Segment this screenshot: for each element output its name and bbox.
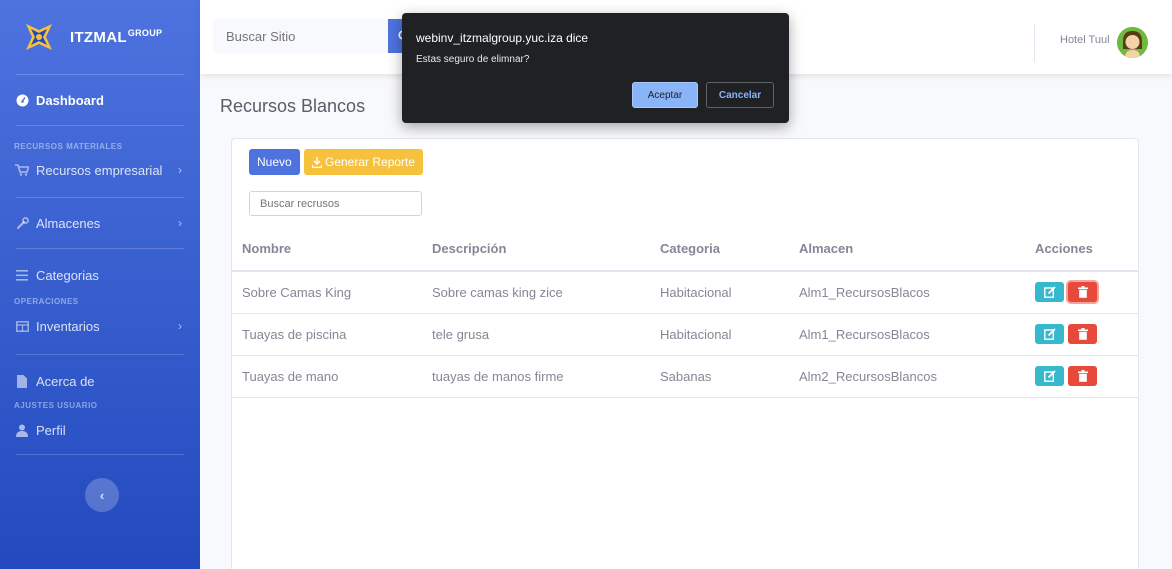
sidebar-item-label: Inventarios [36, 318, 100, 334]
user-icon [14, 423, 30, 437]
cell-almacen: Alm1_RecursosBlacos [789, 313, 1025, 356]
generate-report-button[interactable]: Generar Reporte [304, 149, 424, 175]
cell-categoria: Sabanas [650, 355, 789, 398]
search-input[interactable] [213, 19, 388, 53]
user-name[interactable]: Hotel Tuul [1060, 34, 1110, 46]
resources-card: Nuevo Generar Reporte Nombre Descripción… [231, 138, 1139, 569]
cancel-button[interactable]: Cancelar [706, 82, 774, 108]
sidebar-item-label: Dashboard [36, 92, 104, 108]
section-heading-materiales: RECURSOS MATERIALES [14, 142, 123, 151]
brand[interactable]: ITZMALGROUP [0, 0, 200, 74]
chevron-right-icon: › [178, 163, 182, 177]
filter-input[interactable] [249, 191, 422, 216]
sidebar-item-label: Recursos empresarial [36, 162, 163, 178]
chevron-left-icon: ‹ [99, 487, 105, 503]
dialog-message: Estas seguro de elimnar? [416, 54, 530, 65]
sidebar-toggle-button[interactable]: ‹ [85, 478, 119, 512]
sidebar-item-perfil[interactable]: Perfil [0, 410, 200, 450]
cell-categoria: Habitacional [650, 271, 789, 314]
download-icon [312, 156, 322, 168]
brand-logo-icon [22, 20, 56, 54]
sidebar-divider [16, 125, 184, 126]
cart-icon [14, 163, 30, 177]
confirm-dialog: webinv_itzmalgroup.yuc.iza dice Estas se… [402, 13, 789, 123]
column-header[interactable]: Nombre [232, 227, 422, 272]
cell-descripcion: tuayas de manos firme [422, 355, 650, 398]
table-icon [14, 319, 30, 333]
sidebar-item-dashboard[interactable]: Dashboard [0, 75, 200, 125]
section-heading-operaciones: OPERACIONES [14, 297, 79, 306]
sidebar-item-acerca[interactable]: Acerca de [0, 361, 200, 401]
accept-button[interactable]: Aceptar [632, 82, 698, 108]
cell-nombre: Tuayas de mano [232, 355, 422, 398]
dashboard-icon [14, 93, 30, 107]
cell-acciones [1025, 355, 1138, 398]
delete-button[interactable] [1068, 324, 1097, 344]
sidebar-item-label: Categorias [36, 267, 99, 283]
chevron-right-icon: › [178, 319, 182, 333]
table-header-row: Nombre Descripción Categoria Almacen Acc… [232, 227, 1138, 272]
trash-icon [1077, 286, 1088, 299]
cell-acciones [1025, 271, 1138, 314]
column-header: Acciones [1025, 227, 1138, 272]
sidebar-item-label: Acerca de [36, 373, 95, 389]
cell-nombre: Tuayas de piscina [232, 313, 422, 356]
new-button[interactable]: Nuevo [249, 149, 300, 175]
wrench-icon [14, 216, 30, 230]
edit-icon [1043, 370, 1056, 382]
edit-button[interactable] [1035, 366, 1064, 386]
cell-nombre: Sobre Camas King [232, 271, 422, 314]
cell-categoria: Habitacional [650, 313, 789, 356]
generate-report-label: Generar Reporte [325, 155, 416, 169]
edit-icon [1043, 286, 1056, 299]
sidebar-item-label: Almacenes [36, 215, 101, 231]
sidebar-divider [16, 248, 184, 249]
sidebar-item-categorias[interactable]: Categorias [0, 253, 200, 297]
sidebar-item-label: Perfil [36, 422, 66, 438]
cell-descripcion: tele grusa [422, 313, 650, 356]
brand-name: ITZMALGROUP [70, 28, 163, 46]
page-title: Recursos Blancos [220, 96, 366, 116]
delete-button[interactable] [1068, 366, 1097, 386]
list-icon [14, 268, 30, 282]
edit-button[interactable] [1035, 324, 1064, 344]
column-header[interactable]: Almacen [789, 227, 1025, 272]
section-heading-ajustes: AJUSTES USUARIO [14, 401, 98, 410]
file-icon [14, 374, 30, 388]
sidebar-item-recursos[interactable]: Recursos empresarial › [0, 151, 200, 189]
topbar-divider [1034, 24, 1035, 62]
sidebar-item-inventarios[interactable]: Inventarios › [0, 306, 200, 346]
column-header[interactable]: Categoria [650, 227, 789, 272]
sidebar-divider [16, 454, 184, 455]
avatar[interactable] [1117, 27, 1148, 58]
resources-table: Nombre Descripción Categoria Almacen Acc… [232, 227, 1138, 398]
trash-icon [1077, 328, 1088, 340]
edit-icon [1043, 328, 1056, 340]
chevron-right-icon: › [178, 216, 182, 230]
dialog-title: webinv_itzmalgroup.yuc.iza dice [416, 31, 589, 45]
table-row: Tuayas de piscina tele grusa Habitaciona… [232, 313, 1138, 356]
cell-almacen: Alm1_RecursosBlacos [789, 271, 1025, 314]
delete-button[interactable] [1068, 282, 1097, 303]
edit-button[interactable] [1035, 282, 1064, 303]
sidebar-item-almacenes[interactable]: Almacenes › [0, 198, 200, 248]
trash-icon [1077, 370, 1088, 382]
cell-descripcion: Sobre camas king zice [422, 271, 650, 314]
cell-almacen: Alm2_RecursosBlancos [789, 355, 1025, 398]
sidebar-divider [16, 354, 184, 355]
sidebar: ITZMALGROUP Dashboard RECURSOS MATERIALE… [0, 0, 200, 569]
column-header[interactable]: Descripción [422, 227, 650, 272]
table-row: Sobre Camas King Sobre camas king zice H… [232, 271, 1138, 314]
table-row: Tuayas de mano tuayas de manos firme Sab… [232, 355, 1138, 398]
cell-acciones [1025, 313, 1138, 356]
